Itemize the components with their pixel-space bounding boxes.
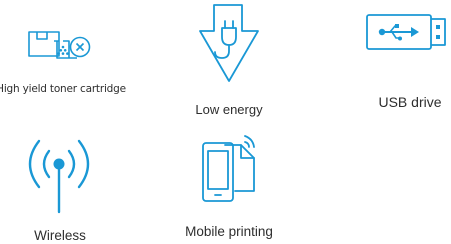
low-energy-plug-icon <box>199 4 259 82</box>
toner-cartridge-icon <box>28 31 91 59</box>
feature-label-wireless: Wireless <box>34 228 86 243</box>
usb-drive-icon <box>366 14 446 50</box>
feature-label-toner: High yield toner cartridge <box>0 83 126 95</box>
mobile-printing-icon <box>202 135 255 202</box>
wireless-antenna-icon <box>28 139 90 214</box>
feature-label-low-energy: Low energy <box>195 102 263 117</box>
feature-label-mobile-printing: Mobile printing <box>185 224 273 239</box>
feature-label-usb: USB drive <box>378 94 442 110</box>
